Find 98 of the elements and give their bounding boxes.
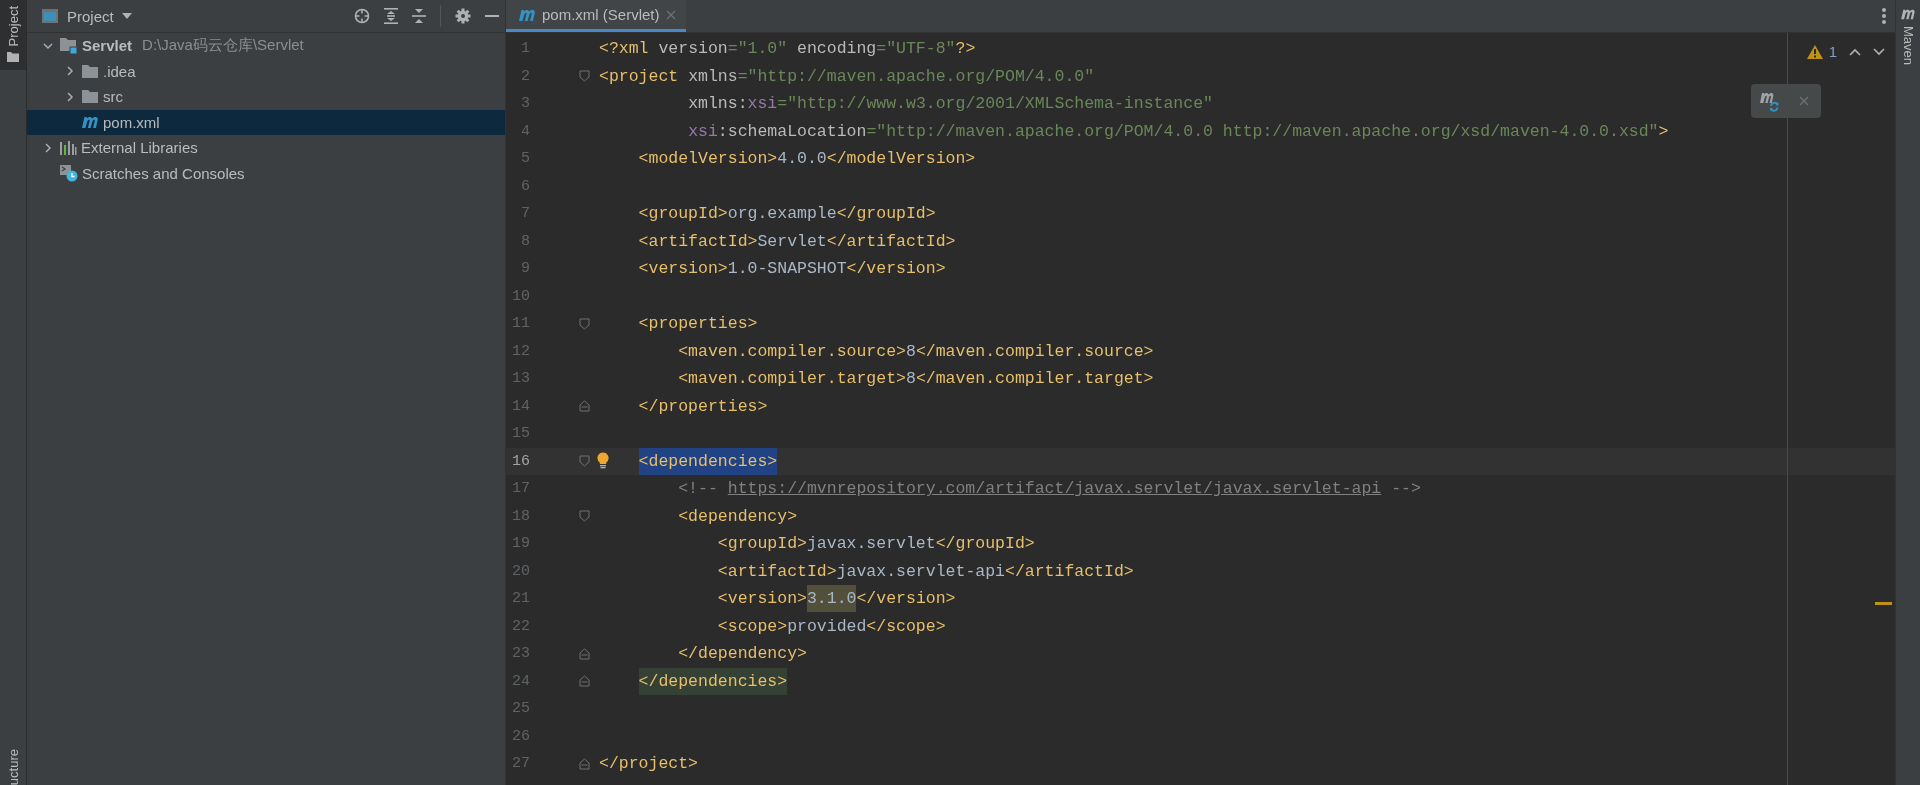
line-number: 1 [520,40,530,58]
fold-marker-icon[interactable] [579,70,590,83]
folder-icon [81,63,99,79]
clock-document-icon [59,164,78,183]
module-folder-icon [59,37,78,55]
highlighted-code: 3.1.0 [806,585,857,613]
code-text: <version> [717,589,807,609]
line-number: 3 [520,95,530,113]
code-link[interactable]: https://mvnrepository.com/artifact/javax.servlet/javax.servlet-api [727,479,1382,499]
fold-marker-icon[interactable] [579,317,590,330]
line-number: 10 [511,287,530,305]
fold-marker-icon[interactable] [579,757,590,770]
file-type-icon [518,7,536,22]
panel-icon [41,8,59,24]
settings-icon[interactable] [455,8,471,24]
warning-icon [1806,44,1823,59]
line-number: 12 [511,342,530,360]
next-icon[interactable] [1873,47,1885,56]
line-number: 11 [511,315,530,333]
code-line: <scope>provided</scope> [716,616,946,636]
line-number: 5 [520,150,530,168]
tree-item[interactable]: External Libraries [27,135,505,161]
line-number: 13 [511,370,530,388]
dropdown-caret-icon[interactable] [121,13,132,19]
file-type-icon [81,115,99,130]
code-line: <groupId>javax.servlet</groupId> [716,534,1035,554]
code-line: <maven.compiler.source>8</maven.compiler.source> [677,341,1154,361]
tree-item[interactable]: Scratches and Consoles [27,160,505,186]
fold-marker-icon[interactable] [579,400,590,413]
code-line: <project xmlns="http://maven.apache.org/POM/4.0.0" [598,66,1095,86]
panel-title: Project [67,7,114,25]
code-line: <maven.compiler.target>8</maven.compiler.target> [677,369,1154,389]
code-line: <?xml version="1.0" encoding="UTF-8"?> [598,39,976,59]
code-line: <artifactId>Servlet</artifactId> [637,231,956,251]
line-number: 22 [511,617,530,635]
line-number: 8 [520,232,530,250]
fold-marker-icon[interactable] [579,455,590,468]
line-number: 20 [511,562,530,580]
code-text: </version> [856,589,956,609]
fold-marker-icon[interactable] [579,510,590,523]
expand-all-icon[interactable] [384,8,398,24]
code-line: <artifactId>javax.servlet-api</artifactId> [716,561,1134,581]
code-line: </project> [598,754,699,774]
library-icon [59,139,77,156]
code-line: </properties> [637,396,768,416]
folder-icon [7,52,19,63]
line-number: 27 [511,755,530,773]
code-line: <modelVersion>4.0.0</modelVersion> [637,149,976,169]
line-number: 9 [520,260,530,278]
code-line: <properties> [637,314,758,334]
code-text: <!-- [678,479,719,499]
locate-icon[interactable] [354,8,370,24]
warning-counter[interactable]: 1 [1806,43,1837,60]
tree-item[interactable]: src [27,84,505,110]
line-number: 6 [520,177,530,195]
collapse-all-icon[interactable] [412,8,426,24]
previous-icon[interactable] [1849,47,1861,56]
line-number: 7 [520,205,530,223]
line-number: 16 [511,452,530,470]
code-line: xmlns:xsi="http://www.w3.org/2001/XMLSchema-instance" [687,94,1213,114]
code-text: --> [1391,479,1421,499]
line-number: 19 [511,535,530,553]
highlighted-code: <dependencies> [638,447,778,475]
line-number: 18 [511,507,530,525]
fold-marker-icon[interactable] [579,647,590,660]
project-path: D:\Java码云仓库\Servlet [142,36,304,56]
tool-window-tab[interactable]: Project [0,0,26,71]
highlighted-code: </dependencies> [638,667,788,695]
tool-window-tab[interactable]: Maven [1896,0,1920,74]
tab-label: Project [5,6,21,47]
tree-item[interactable]: pom.xml [27,109,505,135]
code-line: xsi:schemaLocation="http://maven.apache.org/POM/4.0.0 http://maven.apache.org/xsd/maven-4.0.0.xsd"> [687,121,1669,141]
code-line: </dependency> [677,644,807,664]
tree-item[interactable]: Servlet D:\Java码云仓库\Servlet [27,33,505,59]
lightbulb-icon[interactable] [597,451,609,469]
line-number: 17 [511,480,530,498]
line-number: 23 [511,645,530,663]
fold-marker-icon[interactable] [579,675,590,688]
tool-window-tab[interactable]: ucture [0,742,26,785]
code-line: <groupId>org.example</groupId> [637,204,936,224]
editor-tab[interactable]: pom.xml (Servlet) [506,0,686,32]
line-number: 21 [511,590,530,608]
code-line: <dependency> [677,506,798,526]
reload-icon[interactable] [1759,90,1781,112]
tab-label: Maven [1900,26,1916,66]
line-number: 14 [511,397,530,415]
line-number: 26 [511,727,530,745]
folder-icon [81,89,99,105]
file-type-icon [1900,8,1916,20]
line-number: 15 [511,425,530,443]
tree-item[interactable]: .idea [27,58,505,84]
tab-label: ucture [5,748,21,785]
line-number: 24 [511,672,530,690]
line-number: 25 [511,700,530,718]
code-line: <version>1.0-SNAPSHOT</version> [637,259,946,279]
line-number: 2 [520,67,530,85]
more-icon[interactable] [1882,8,1886,24]
line-number: 4 [520,122,530,140]
